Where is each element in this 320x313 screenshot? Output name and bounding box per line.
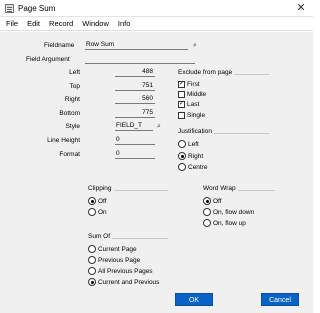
justification-right-option[interactable]: Right (178, 152, 203, 160)
field-argument-label: Field Argument (26, 56, 70, 63)
fieldname-label: Fieldname (44, 42, 75, 49)
menu-info[interactable]: Info (118, 19, 131, 28)
left-label: Left (69, 69, 80, 76)
word-wrap-off-option[interactable]: Off (203, 197, 222, 205)
sum-of-current-page-radio[interactable] (88, 245, 96, 253)
clipping-off-radio[interactable] (88, 197, 96, 205)
justification-left-option[interactable]: Left (178, 140, 199, 148)
field-argument-field[interactable] (85, 55, 195, 64)
menu-edit[interactable]: Edit (27, 19, 40, 28)
dialog-panel: Fieldname Row Sum ⌕ Field Argument Left … (0, 32, 313, 313)
cancel-button[interactable]: Cancel (261, 293, 299, 306)
justification-centre-radio[interactable] (178, 163, 186, 171)
word-wrap-flow-up-radio[interactable] (203, 219, 211, 227)
style-field[interactable]: FIELD_T (115, 122, 153, 131)
bottom-field[interactable]: 775 (115, 109, 155, 118)
format-label: Format (59, 151, 80, 158)
right-field[interactable]: 560 (115, 95, 155, 104)
right-label: Right (64, 96, 80, 103)
menu-window[interactable]: Window (82, 19, 109, 28)
sum-of-previous-page-option[interactable]: Previous Page (88, 256, 140, 264)
clipping-on-radio[interactable] (88, 208, 96, 216)
fieldname-picker-icon[interactable]: ⌕ (193, 42, 200, 49)
exclude-single-option[interactable]: Single (178, 112, 205, 119)
justification-left-radio[interactable] (178, 140, 186, 148)
exclude-last-checkbox[interactable]: ✓ (178, 101, 185, 108)
sum-of-current-and-previous-radio[interactable] (88, 278, 96, 286)
menu-file[interactable]: File (6, 19, 18, 28)
exclude-title: Exclude from page (178, 69, 235, 76)
left-field[interactable]: 488 (115, 68, 155, 77)
menu-record[interactable]: Record (49, 19, 73, 28)
justification-centre-option[interactable]: Centre (178, 163, 208, 171)
menu-bar: File Edit Record Window Info (0, 17, 313, 31)
sum-of-all-previous-radio[interactable] (88, 267, 96, 275)
exclude-middle-option[interactable]: Middle (178, 91, 206, 98)
ok-button[interactable]: OK (175, 293, 213, 306)
clipping-on-option[interactable]: On (88, 208, 107, 216)
word-wrap-flow-down-radio[interactable] (203, 208, 211, 216)
exclude-last-option[interactable]: ✓ Last (178, 101, 199, 108)
bottom-label: Bottom (59, 110, 80, 117)
style-label: Style (65, 123, 80, 130)
close-icon[interactable]: ✕ (295, 2, 307, 14)
app-icon (5, 3, 14, 13)
exclude-first-checkbox[interactable]: ✓ (178, 81, 185, 88)
sum-of-title: Sum Of (88, 233, 113, 240)
word-wrap-off-radio[interactable] (203, 197, 211, 205)
style-picker-icon[interactable]: ⌕ (157, 123, 164, 130)
clipping-title: Clipping (88, 185, 114, 192)
justification-right-radio[interactable] (178, 152, 186, 160)
window-title: Page Sum (18, 3, 56, 13)
justification-title: Justification (178, 128, 214, 135)
exclude-middle-checkbox[interactable] (178, 91, 185, 98)
line-height-label: Line Height (47, 137, 80, 144)
sum-of-current-page-option[interactable]: Current Page (88, 245, 137, 253)
top-field[interactable]: 751 (115, 82, 155, 91)
exclude-first-option[interactable]: ✓ First (178, 81, 200, 88)
sum-of-all-previous-option[interactable]: All Previous Pages (88, 267, 153, 275)
clipping-off-option[interactable]: Off (88, 197, 107, 205)
top-label: Top (69, 83, 80, 90)
title-bar: Page Sum ✕ (0, 0, 313, 17)
word-wrap-flow-up-option[interactable]: On, flow up (203, 219, 246, 227)
word-wrap-title: Word Wrap (203, 185, 238, 192)
fieldname-field[interactable]: Row Sum (85, 41, 188, 50)
line-height-field[interactable]: 0 (115, 136, 155, 145)
sum-of-current-and-previous-option[interactable]: Current and Previous (88, 278, 159, 286)
sum-of-previous-page-radio[interactable] (88, 256, 96, 264)
format-field[interactable]: 0 (115, 150, 155, 159)
exclude-single-checkbox[interactable] (178, 112, 185, 119)
word-wrap-flow-down-option[interactable]: On, flow down (203, 208, 254, 216)
